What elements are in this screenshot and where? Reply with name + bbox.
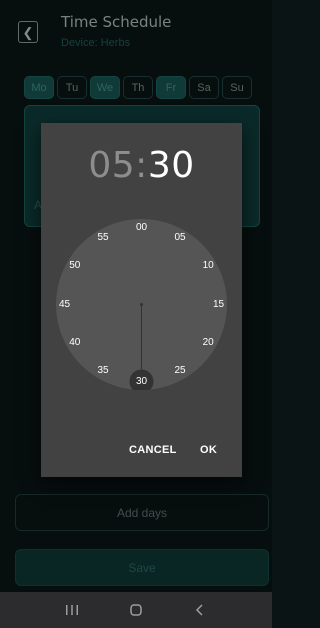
back-icon[interactable] [188,600,212,620]
clock-number-20[interactable]: 20 [196,336,220,350]
recents-icon[interactable] [60,600,84,620]
clock-number-45[interactable]: 45 [53,298,77,312]
clock-number-05[interactable]: 05 [168,231,192,245]
clock-number-15[interactable]: 15 [207,298,231,312]
clock-center-dot [140,303,143,306]
minute-display[interactable]: 30 [148,145,195,186]
hour-display[interactable]: 05 [88,145,135,186]
clock-hand-layer [129,303,154,390]
system-nav-bar [0,592,272,628]
dialog-actions: CANCEL OK [41,444,242,464]
time-separator: : [135,145,148,186]
cancel-button[interactable]: CANCEL [129,444,177,456]
clock-number-55[interactable]: 55 [91,231,115,245]
clock-number-50[interactable]: 50 [63,259,87,273]
clock-face[interactable]: 00 05 10 15 20 25 30 35 40 45 50 55 [56,219,227,390]
ok-button[interactable]: OK [200,444,217,456]
time-display: 05:30 [41,145,242,186]
clock-number-25[interactable]: 25 [168,364,192,378]
clock-number-35[interactable]: 35 [91,364,115,378]
clock-number-00[interactable]: 00 [130,221,154,235]
clock-number-10[interactable]: 10 [196,259,220,273]
clock-number-40[interactable]: 40 [63,336,87,350]
home-icon[interactable] [124,600,148,620]
time-picker-dialog: 05:30 00 05 10 15 20 25 30 35 40 45 50 55 CANCEL OK [41,123,242,477]
clock-number-30[interactable]: 30 [130,375,154,389]
